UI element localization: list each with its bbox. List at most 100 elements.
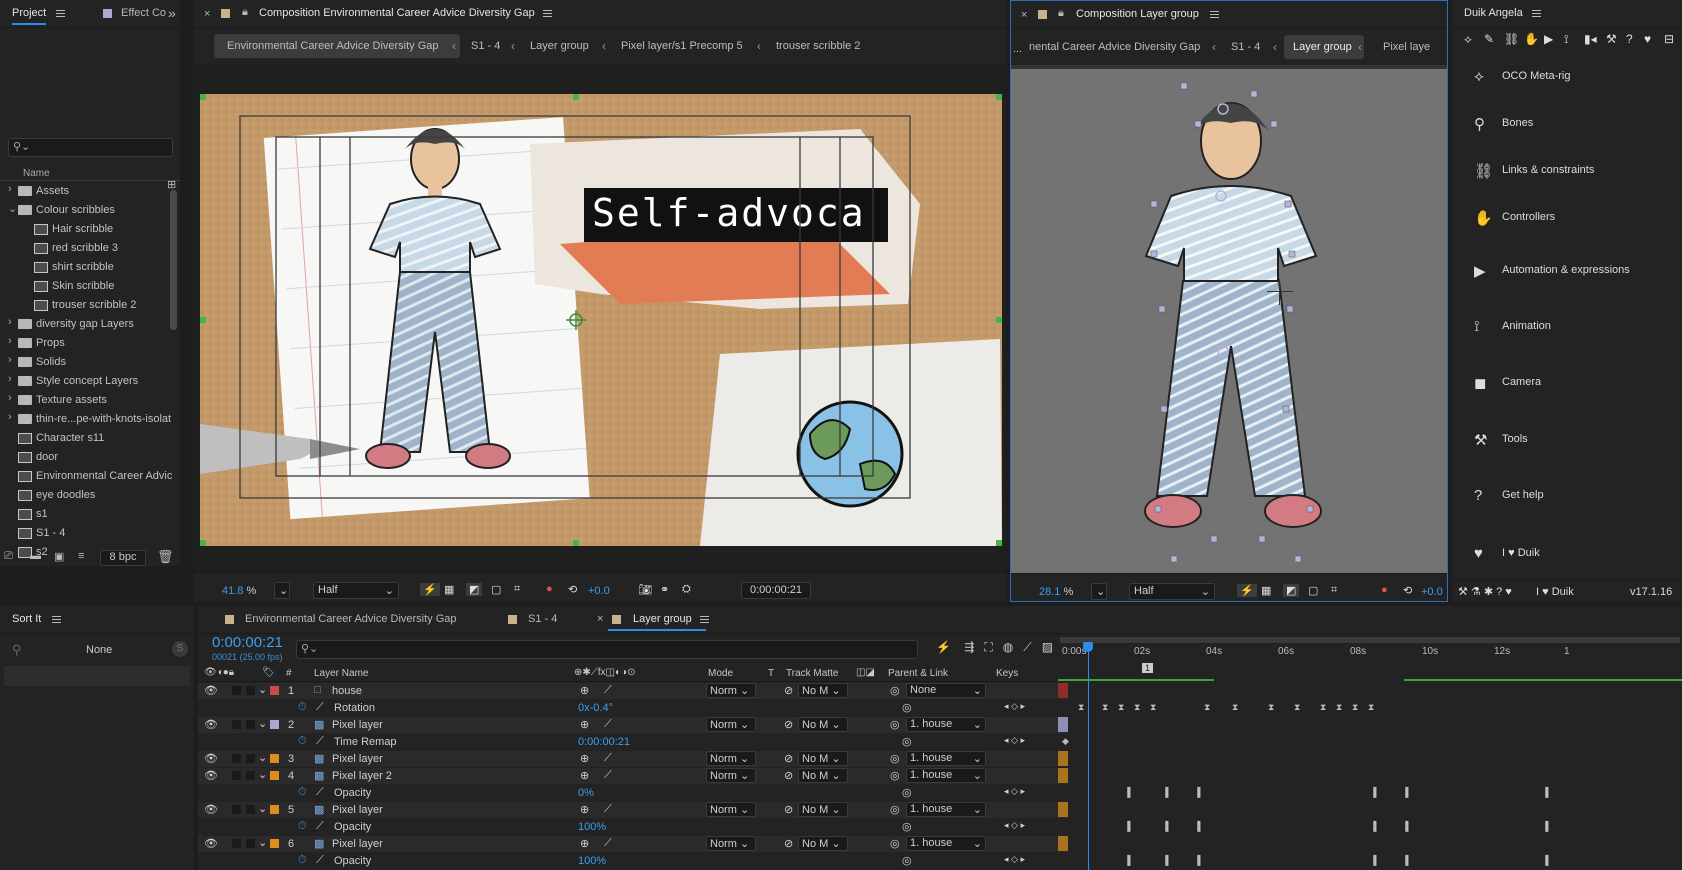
mode-dropdown[interactable]: Norm ⌄ (706, 768, 756, 783)
breadcrumb-item-trouser[interactable]: trouser scribble 2 (776, 40, 860, 52)
keyframe-icon[interactable]: ⧗ (1134, 702, 1140, 713)
duik-menu-item[interactable]: ? Get help (1452, 479, 1666, 515)
track-matte-dropdown[interactable]: No M ⌄ (798, 802, 848, 817)
solo-box[interactable] (232, 771, 241, 780)
project-item[interactable]: shirt scribble (0, 258, 170, 277)
comp2-viewport[interactable] (1011, 65, 1447, 573)
help-icon[interactable]: ? (1626, 32, 1633, 46)
parent-dropdown[interactable]: 1. house ⌄ (906, 768, 986, 783)
track-matte-dropdown[interactable]: No M ⌄ (798, 836, 848, 851)
header-parent[interactable]: Parent & Link (888, 668, 948, 679)
label-color-swatch[interactable] (270, 839, 279, 848)
label-color-swatch[interactable] (270, 754, 279, 763)
bone-tool-icon[interactable]: ✎ (1484, 32, 1494, 46)
shy-switch-icon[interactable]: ⊕ (580, 837, 589, 850)
project-item[interactable]: door (0, 448, 170, 467)
track-matte-dropdown[interactable]: No M ⌄ (798, 751, 848, 766)
track-matte-dropdown[interactable]: No M ⌄ (798, 717, 848, 732)
keyframe-icon[interactable]: ▐ (1370, 787, 1376, 797)
layer-marker[interactable]: 1 (1142, 663, 1154, 673)
project-scrollbar[interactable] (170, 190, 177, 330)
project-item[interactable]: › thin-re...pe-with-knots-isolat (0, 410, 171, 429)
eye-icon[interactable]: 👁︎ (204, 769, 218, 782)
breadcrumb-item-main[interactable]: nental Career Advice Diversity Gap (1029, 41, 1200, 53)
rig-icon[interactable]: ⟡ (1464, 32, 1472, 47)
shy-switch-icon[interactable]: ⊕ (580, 718, 589, 731)
duik-tab-title[interactable]: Duik Angela (1464, 7, 1523, 19)
parent-dropdown[interactable]: 1. house ⌄ (906, 802, 986, 817)
breadcrumb-item-precomp[interactable]: Pixel layer/s1 Precomp 5 (621, 40, 743, 52)
viewer-timecode[interactable]: 0:00:00:21 (741, 582, 811, 599)
graph-icon[interactable]: ⟋ (316, 786, 324, 799)
keyframe-navigator-icon[interactable]: ◂ ◇ ▸ (1004, 820, 1025, 831)
duik-menu-item[interactable]: ⟡ OCO Meta-rig (1452, 60, 1666, 96)
project-item[interactable]: › Assets (0, 182, 170, 201)
layer-duration-bar[interactable] (1058, 802, 1068, 817)
stopwatch-icon[interactable]: ⏱︎ (298, 820, 307, 833)
fast-preview-icon[interactable]: ⚡ (1237, 584, 1257, 597)
matte-link-icon[interactable]: ⊘ (784, 837, 793, 850)
color-management-icon[interactable]: ⟲ (1403, 584, 1412, 597)
transparency-grid-icon[interactable]: ▦ (1261, 584, 1271, 597)
quality-switch-icon[interactable]: ⟋ (604, 752, 612, 765)
matte-link-icon[interactable]: ⊘ (784, 769, 793, 782)
stopwatch-icon[interactable]: ⏱︎ (298, 786, 307, 799)
eye-icon[interactable]: 👁︎ (204, 752, 218, 765)
header-mode[interactable]: Mode (708, 668, 733, 679)
snapshot-icon[interactable]: 📷︎ (638, 583, 652, 596)
transparency-grid-icon[interactable]: ▦ (444, 583, 454, 596)
stopwatch-icon[interactable]: ⏱︎ (298, 701, 307, 714)
keyframe-icon[interactable]: ▐ (1542, 787, 1548, 797)
fast-preview-icon[interactable]: ⚡ (420, 583, 440, 596)
keyframe-icon[interactable]: ⧗ (1118, 702, 1124, 713)
mode-dropdown[interactable]: Norm ⌄ (706, 836, 756, 851)
color-management-icon[interactable]: ⟲ (568, 583, 577, 596)
duik-menu-icon[interactable] (1532, 10, 1541, 17)
graph-icon[interactable]: ⟋ (316, 820, 324, 833)
new-folder-icon[interactable]: ▬ (30, 550, 41, 562)
heart-icon[interactable]: ♥ (1644, 32, 1651, 46)
keyframe-icon[interactable]: ⧗ (1294, 702, 1300, 713)
eye-icon[interactable]: 👁︎ (204, 837, 218, 850)
project-menu-icon[interactable] (56, 10, 65, 17)
breadcrumb-ellipsis[interactable]: ... (1013, 43, 1022, 55)
color-channels-icon[interactable]: ● (1381, 584, 1388, 596)
project-item[interactable]: Hair scribble (0, 220, 170, 239)
quality-switch-icon[interactable]: ⟋ (604, 769, 612, 782)
duik-menu-item[interactable]: ✋ Controllers (1452, 201, 1666, 237)
chevron-right-icon[interactable]: › (8, 316, 12, 328)
pick-whip-icon[interactable]: ◎ (890, 684, 900, 697)
keyframe-icon[interactable]: ▐ (1194, 855, 1200, 865)
property-value[interactable]: 100% (578, 855, 606, 867)
property-value[interactable]: 0x-0.4° (578, 702, 613, 714)
property-value[interactable]: 0:00:00:21 (578, 736, 630, 748)
layer-row[interactable]: 👁︎ ⌄ 6 ▩ Pixel layer ⊕ ⟋ Norm ⌄ ⊘ No M ⌄ ◎ 1. house… (198, 836, 1068, 852)
shy-switch-icon[interactable]: ⊕ (580, 684, 589, 697)
pick-whip-icon[interactable]: ◎ (890, 803, 900, 816)
property-row[interactable]: ⏱︎ ⟋ Opacity 100% ◎ ◂ ◇ ▸ ▐ ▐ ▐ ▐ ▐ ▐ (198, 819, 1548, 835)
chevron-right-icon[interactable]: › (8, 183, 12, 195)
label-color-swatch[interactable] (270, 720, 279, 729)
search-icon[interactable]: ⚲ (12, 642, 22, 658)
color-channels-icon[interactable]: ● (546, 583, 553, 595)
track-matte-dropdown[interactable]: No M ⌄ (798, 768, 848, 783)
mode-dropdown[interactable]: Norm ⌄ (706, 717, 756, 732)
show-snapshot-icon[interactable]: ⚭ (660, 583, 669, 596)
graph-icon[interactable]: ⟋ (316, 854, 324, 867)
trash-icon[interactable]: 🗑 (157, 549, 174, 565)
expand-toggle-icon[interactable]: ⌄ (258, 683, 267, 696)
keyframe-icon[interactable]: ⧗ (1352, 702, 1358, 713)
layer-row[interactable]: 👁︎ ⌄ 3 ▩ Pixel layer ⊕ ⟋ Norm ⌄ ⊘ No M ⌄ ◎ 1. house… (198, 751, 1068, 767)
comp1-viewport[interactable]: Self-advoca (194, 64, 1006, 572)
project-item[interactable]: › Style concept Layers (0, 372, 170, 391)
pick-whip-icon[interactable]: ◎ (890, 718, 900, 731)
close-tab-icon[interactable]: × (204, 8, 210, 20)
duik-menu-item[interactable]: ▶ Automation & expressions (1452, 254, 1666, 290)
magnification-dropdown[interactable]: ⌄ (1091, 583, 1107, 600)
region-of-interest-icon[interactable]: ▢ (491, 583, 501, 596)
expand-toggle-icon[interactable]: ⌄ (258, 717, 267, 730)
graph-icon[interactable]: ⟋ (316, 701, 324, 714)
keyframe-icon[interactable]: ▐ (1542, 821, 1548, 831)
timeline-ruler[interactable]: 0:00s 02s 04s 06s 08s 10s 12s 1 (1056, 634, 1682, 664)
pick-whip-icon[interactable]: ◎ (890, 837, 900, 850)
